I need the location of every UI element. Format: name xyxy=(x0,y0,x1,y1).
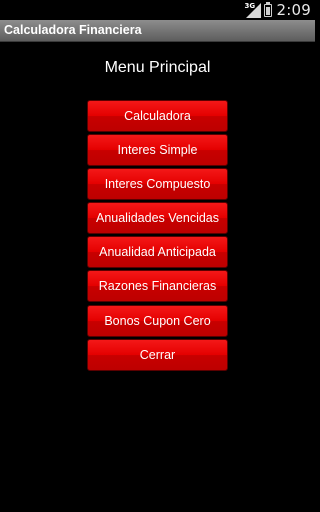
cerrar-button[interactable]: Cerrar xyxy=(87,338,228,371)
anualidad-anticipada-button[interactable]: Anualidad Anticipada xyxy=(87,236,228,269)
main-menu: Calculadora Interes Simple Interes Compu… xyxy=(87,100,228,373)
battery-icon xyxy=(263,1,272,17)
calculadora-button[interactable]: Calculadora xyxy=(87,100,228,132)
app-title: Calculadora Financiera xyxy=(4,23,142,37)
anualidades-vencidas-button[interactable]: Anualidades Vencidas xyxy=(87,202,228,235)
status-indicators: 3G 2:09 xyxy=(244,0,311,20)
page-title: Menu Principal xyxy=(104,59,211,76)
app-title-bar: Calculadora Financiera xyxy=(0,20,315,42)
interes-simple-button[interactable]: Interes Simple xyxy=(87,134,228,167)
interes-compuesto-button[interactable]: Interes Compuesto xyxy=(87,168,228,201)
screen: 3G 2:09 Calculadora Financiera Menu Prin… xyxy=(0,0,315,512)
status-bar: 3G 2:09 xyxy=(0,0,315,20)
clock: 2:09 xyxy=(276,1,311,19)
signal-icon: 3G xyxy=(244,2,261,18)
razones-financieras-button[interactable]: Razones Financieras xyxy=(87,270,228,303)
bonos-cupon-cero-button[interactable]: Bonos Cupon Cero xyxy=(87,304,228,337)
